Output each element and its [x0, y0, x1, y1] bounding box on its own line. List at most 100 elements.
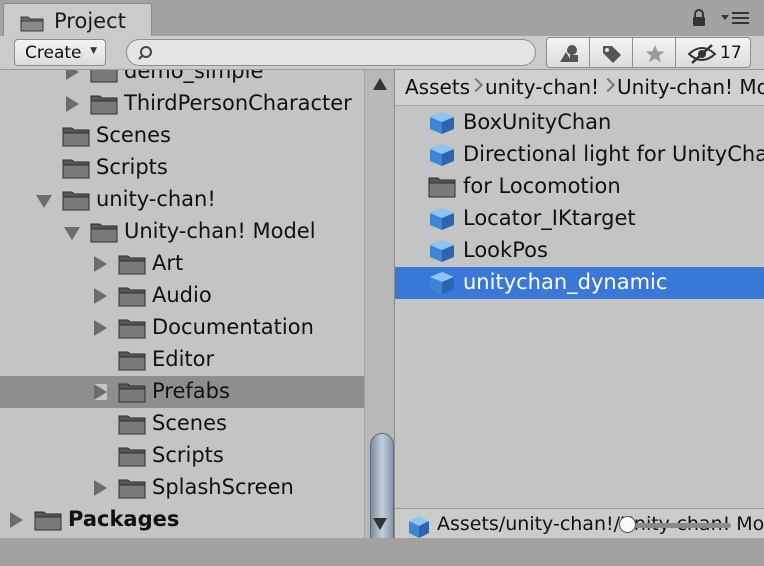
scroll-track[interactable]: [367, 96, 394, 566]
folder-icon: [118, 319, 146, 339]
status-bar: Assets/unity-chan!/Unity-chan! Model/Pre…: [394, 508, 764, 540]
folder-icon: [34, 511, 62, 531]
asset-item[interactable]: for Locomotion: [395, 171, 764, 203]
asset-item-label: Directional light for UnityChan: [463, 142, 764, 166]
search-input[interactable]: [161, 42, 521, 63]
breadcrumb-item[interactable]: Unity-chan! Model: [617, 75, 764, 99]
panel-menu-icon[interactable]: [720, 11, 750, 25]
collapsed-arrow-icon[interactable]: [66, 70, 79, 80]
asset-item[interactable]: LookPos: [395, 235, 764, 267]
tree-item[interactable]: unity-chan!: [0, 184, 364, 216]
expanded-arrow-icon[interactable]: [36, 195, 52, 208]
tree-item-label: Scenes: [152, 411, 227, 435]
search-field[interactable]: [126, 39, 536, 66]
collapsed-arrow-icon[interactable]: [94, 480, 107, 496]
tree-scrollbar[interactable]: [364, 70, 394, 566]
tree-item-label: demo_simple: [124, 70, 264, 83]
asset-item-label: LookPos: [463, 238, 548, 262]
asset-item[interactable]: unitychan_dynamic: [395, 267, 764, 299]
folder-icon: [428, 177, 456, 198]
asset-item-label: unitychan_dynamic: [463, 270, 668, 294]
create-button[interactable]: Create ▼: [14, 39, 106, 66]
asset-list-panel: Assets unity-chan! Unity-chan! Model BoxUn…: [394, 70, 764, 538]
tree-item-label: Packages: [68, 507, 180, 531]
shapes-icon: [560, 45, 578, 62]
folder-icon: [90, 70, 118, 83]
folder-icon: [118, 255, 146, 275]
folder-icon: [118, 287, 146, 307]
tree-item[interactable]: Scenes: [0, 408, 364, 440]
star-icon: [645, 45, 665, 63]
folder-icon: [20, 16, 44, 32]
asset-item[interactable]: Directional light for UnityChan: [395, 139, 764, 171]
eye-slash-icon: [687, 44, 717, 64]
collapsed-arrow-icon[interactable]: [94, 384, 107, 400]
folder-icon: [62, 159, 90, 179]
tree-item[interactable]: Audio: [0, 280, 364, 312]
tab-title: Project: [54, 9, 126, 33]
folder-icon: [62, 127, 90, 147]
zoom-slider-knob[interactable]: [619, 516, 636, 533]
folder-icon: [118, 415, 146, 435]
favorites-button[interactable]: [632, 37, 676, 68]
tree-item-label: Editor: [152, 347, 215, 371]
hidden-count: 17: [720, 43, 742, 63]
prefab-cube-icon: [430, 144, 454, 166]
breadcrumb-item[interactable]: unity-chan!: [485, 75, 599, 99]
asset-item-label: for Locomotion: [463, 174, 621, 198]
breadcrumb: Assets unity-chan! Unity-chan! Model: [395, 70, 764, 106]
tab-bar: Project: [0, 0, 764, 36]
prefab-cube-icon: [409, 516, 429, 538]
tree-item[interactable]: Art: [0, 248, 364, 280]
folder-icon: [118, 447, 146, 467]
expanded-arrow-icon[interactable]: [64, 227, 80, 240]
tree-item-label: Audio: [152, 283, 212, 307]
folder-icon: [118, 479, 146, 499]
breadcrumb-item[interactable]: Assets: [405, 75, 470, 99]
tree-item-label: ThirdPersonCharacter: [124, 91, 352, 115]
tree-item[interactable]: SplashScreen: [0, 472, 364, 504]
tree-item-label: Scripts: [96, 155, 168, 179]
tree-item-label: Unity-chan! Model: [124, 219, 316, 243]
folder-icon: [118, 383, 146, 403]
tree-item-label: unity-chan!: [96, 187, 216, 211]
create-button-label: Create: [25, 42, 82, 63]
asset-item[interactable]: Locator_IKtarget: [395, 203, 764, 235]
tree-item[interactable]: Documentation: [0, 312, 364, 344]
folder-tree[interactable]: demo_simple ThirdPersonCharacter Scenes Scr…: [0, 70, 364, 538]
folder-icon: [62, 191, 90, 211]
asset-item[interactable]: BoxUnityChan: [395, 107, 764, 139]
tree-item-label: Art: [152, 251, 184, 275]
chevron-right-icon: [600, 77, 616, 93]
collapsed-arrow-icon[interactable]: [66, 96, 79, 112]
tree-item[interactable]: Scripts: [0, 440, 364, 472]
prefab-cube-icon: [430, 112, 454, 134]
collapsed-arrow-icon[interactable]: [94, 288, 107, 304]
tree-item-label: Scenes: [96, 123, 171, 147]
scroll-down-arrow-icon[interactable]: [373, 518, 387, 530]
tree-item[interactable]: Unity-chan! Model: [0, 216, 364, 248]
collapsed-arrow-icon[interactable]: [10, 512, 23, 528]
tree-item[interactable]: Scenes: [0, 120, 364, 152]
prefab-cube-icon: [430, 272, 454, 294]
zoom-slider[interactable]: [627, 523, 731, 528]
tree-item-label: SplashScreen: [152, 475, 294, 499]
collapsed-arrow-icon[interactable]: [94, 256, 107, 272]
tree-item[interactable]: Scripts: [0, 152, 364, 184]
tree-item[interactable]: ThirdPersonCharacter: [0, 88, 364, 120]
chevron-down-icon: ▼: [90, 46, 97, 56]
tree-item[interactable]: demo_simple: [0, 70, 364, 88]
lock-icon[interactable]: [691, 9, 707, 27]
collapsed-arrow-icon[interactable]: [94, 320, 107, 336]
toolbar: Create ▼ 17: [0, 36, 764, 70]
tree-item[interactable]: Prefabs: [0, 376, 364, 408]
hidden-packages-button[interactable]: 17: [675, 37, 751, 68]
tree-item[interactable]: Packages: [0, 504, 364, 536]
scroll-up-arrow-icon[interactable]: [373, 78, 387, 90]
tag-icon: [603, 46, 621, 63]
tab-project[interactable]: Project: [3, 3, 152, 36]
search-by-type-button[interactable]: [546, 37, 590, 68]
search-by-label-button[interactable]: [589, 37, 633, 68]
tree-item-label: Prefabs: [152, 379, 230, 403]
tree-item[interactable]: Editor: [0, 344, 364, 376]
